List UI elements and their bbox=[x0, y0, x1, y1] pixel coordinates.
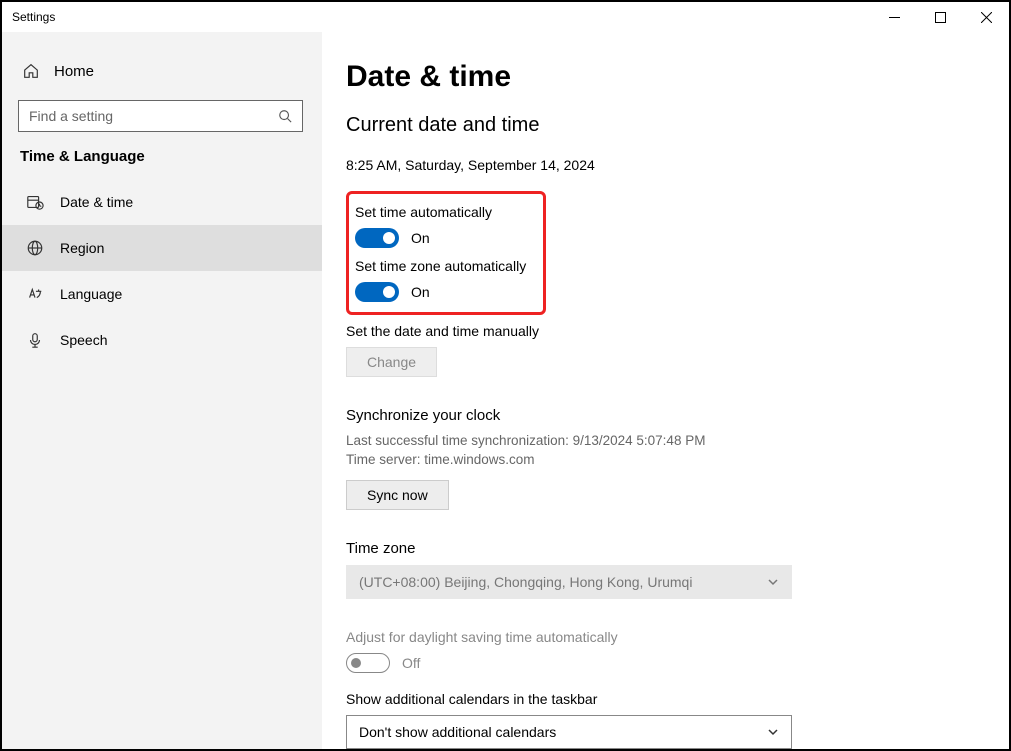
sync-clock-header: Synchronize your clock bbox=[346, 407, 969, 424]
set-time-auto-toggle[interactable] bbox=[355, 228, 399, 248]
nav-home[interactable]: Home bbox=[2, 52, 322, 90]
dst-state: Off bbox=[402, 655, 420, 671]
current-datetime-value: 8:25 AM, Saturday, September 14, 2024 bbox=[346, 157, 969, 173]
close-button[interactable] bbox=[963, 2, 1009, 32]
nav-home-label: Home bbox=[54, 63, 94, 80]
microphone-icon bbox=[26, 331, 44, 349]
nav-item-speech[interactable]: Speech bbox=[2, 317, 322, 363]
additional-calendars-value: Don't show additional calendars bbox=[359, 724, 556, 740]
sync-now-button[interactable]: Sync now bbox=[346, 480, 449, 510]
nav-item-label: Date & time bbox=[60, 194, 133, 210]
minimize-button[interactable] bbox=[871, 2, 917, 32]
window-title: Settings bbox=[12, 10, 55, 24]
titlebar: Settings bbox=[2, 2, 1009, 32]
dst-toggle[interactable] bbox=[346, 653, 390, 673]
nav-item-label: Region bbox=[60, 240, 104, 256]
change-datetime-button[interactable]: Change bbox=[346, 347, 437, 377]
timezone-value: (UTC+08:00) Beijing, Chongqing, Hong Kon… bbox=[359, 574, 692, 590]
sync-server: Time server: time.windows.com bbox=[346, 451, 969, 470]
search-field[interactable] bbox=[29, 108, 269, 124]
nav-item-label: Speech bbox=[60, 332, 107, 348]
section-current-datetime: Current date and time bbox=[346, 114, 969, 137]
timezone-select[interactable]: (UTC+08:00) Beijing, Chongqing, Hong Kon… bbox=[346, 565, 792, 599]
chevron-down-icon bbox=[767, 576, 779, 588]
maximize-icon bbox=[935, 12, 946, 23]
set-time-auto-state: On bbox=[411, 230, 430, 246]
nav-item-label: Language bbox=[60, 286, 122, 302]
page-title: Date & time bbox=[346, 60, 969, 94]
nav-item-region[interactable]: Region bbox=[2, 225, 322, 271]
clock-calendar-icon bbox=[26, 193, 44, 211]
additional-calendars-select[interactable]: Don't show additional calendars bbox=[346, 715, 792, 749]
sync-last-success: Last successful time synchronization: 9/… bbox=[346, 432, 969, 451]
search-input[interactable] bbox=[18, 100, 303, 132]
main-content: Date & time Current date and time 8:25 A… bbox=[322, 32, 1009, 749]
set-time-auto-label: Set time automatically bbox=[355, 204, 537, 220]
set-tz-auto-state: On bbox=[411, 284, 430, 300]
nav-item-language[interactable]: Language bbox=[2, 271, 322, 317]
nav-item-date-time[interactable]: Date & time bbox=[2, 179, 322, 225]
globe-icon bbox=[26, 239, 44, 257]
dst-label: Adjust for daylight saving time automati… bbox=[346, 629, 969, 645]
close-icon bbox=[981, 12, 992, 23]
language-icon bbox=[26, 285, 44, 303]
additional-calendars-label: Show additional calendars in the taskbar bbox=[346, 691, 969, 707]
sidebar: Home Time & Language Date & time bbox=[2, 32, 322, 749]
highlighted-settings: Set time automatically On Set time zone … bbox=[346, 191, 546, 315]
set-tz-auto-toggle[interactable] bbox=[355, 282, 399, 302]
minimize-icon bbox=[889, 12, 900, 23]
search-icon bbox=[278, 109, 292, 123]
chevron-down-icon bbox=[767, 726, 779, 738]
maximize-button[interactable] bbox=[917, 2, 963, 32]
set-tz-auto-label: Set time zone automatically bbox=[355, 258, 537, 274]
home-icon bbox=[22, 62, 40, 80]
manual-datetime-label: Set the date and time manually bbox=[346, 323, 969, 339]
caption-controls bbox=[871, 2, 1009, 32]
sidebar-group-header: Time & Language bbox=[2, 148, 322, 179]
timezone-header: Time zone bbox=[346, 540, 969, 557]
